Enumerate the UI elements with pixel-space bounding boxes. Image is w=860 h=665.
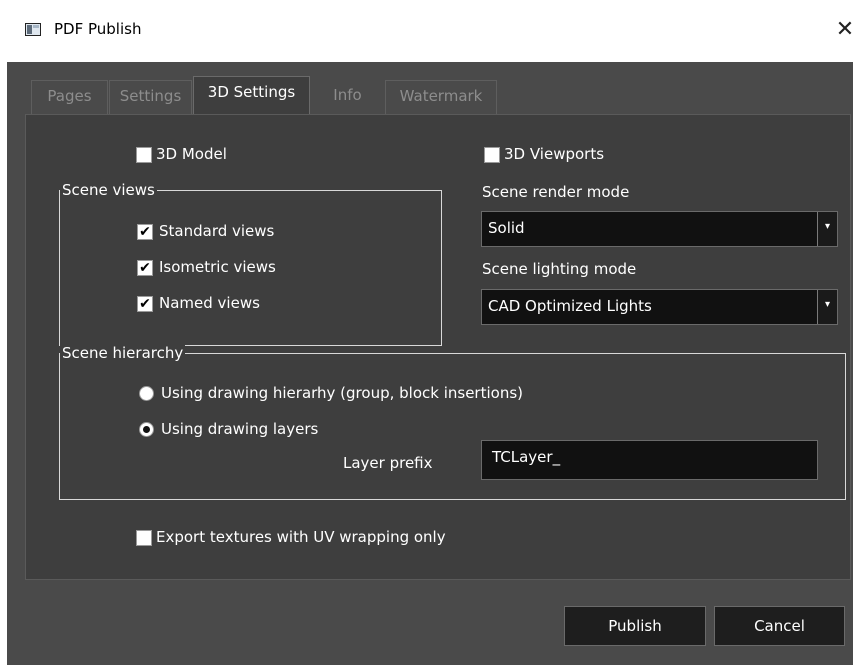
- layer-prefix-label: Layer prefix: [343, 454, 433, 472]
- isometric-views-checkbox[interactable]: ✔: [137, 260, 153, 276]
- tab-settings[interactable]: Settings: [109, 80, 192, 114]
- drawing-layers-label: Using drawing layers: [161, 420, 319, 438]
- scene-hierarchy-title: Scene hierarchy: [60, 342, 186, 364]
- scene-views-title: Scene views: [60, 179, 157, 201]
- layer-prefix-input[interactable]: TCLayer_: [481, 440, 818, 480]
- window-title: PDF Publish: [54, 20, 142, 38]
- named-views-label: Named views: [159, 294, 260, 312]
- chevron-down-icon[interactable]: ▾: [817, 290, 837, 324]
- render-mode-value: Solid: [488, 219, 525, 237]
- title-bar: PDF Publish ✕: [0, 0, 860, 62]
- drawing-hierarchy-radio[interactable]: [139, 386, 154, 401]
- tab-info[interactable]: Info: [311, 80, 384, 114]
- 3d-model-checkbox[interactable]: [136, 147, 152, 163]
- standard-views-checkbox[interactable]: ✔: [137, 224, 153, 240]
- lighting-mode-label: Scene lighting mode: [482, 260, 637, 278]
- tab-pages[interactable]: Pages: [31, 80, 108, 114]
- close-icon[interactable]: ✕: [834, 15, 856, 45]
- settings-panel: 3D Model 3D Viewports Scene views ✔ Stan…: [25, 114, 851, 580]
- publish-button[interactable]: Publish: [564, 606, 706, 646]
- render-mode-label: Scene render mode: [482, 183, 630, 201]
- tab-3d-settings[interactable]: 3D Settings: [193, 76, 310, 114]
- drawing-hierarchy-label: Using drawing hierarhy (group, block ins…: [161, 384, 523, 402]
- export-textures-checkbox[interactable]: [136, 530, 152, 546]
- isometric-views-label: Isometric views: [159, 258, 276, 276]
- app-icon: [25, 23, 41, 36]
- 3d-viewports-checkbox[interactable]: [484, 147, 500, 163]
- export-textures-label: Export textures with UV wrapping only: [156, 528, 446, 546]
- lighting-mode-value: CAD Optimized Lights: [488, 297, 652, 315]
- 3d-viewports-label: 3D Viewports: [504, 145, 605, 163]
- render-mode-select[interactable]: Solid ▾: [481, 211, 838, 247]
- standard-views-label: Standard views: [159, 222, 275, 240]
- scene-views-group: Scene views ✔ Standard views ✔ Isometric…: [59, 179, 442, 346]
- tab-watermark[interactable]: Watermark: [385, 80, 497, 114]
- cancel-button[interactable]: Cancel: [714, 606, 845, 646]
- scene-hierarchy-group: Scene hierarchy Using drawing hierarhy (…: [59, 342, 846, 500]
- named-views-checkbox[interactable]: ✔: [137, 296, 153, 312]
- dialog-body: Pages Settings 3D Settings Info Watermar…: [7, 62, 853, 665]
- drawing-layers-radio[interactable]: [139, 422, 154, 437]
- 3d-model-label: 3D Model: [156, 145, 227, 163]
- chevron-down-icon[interactable]: ▾: [817, 212, 837, 246]
- lighting-mode-select[interactable]: CAD Optimized Lights ▾: [481, 289, 838, 325]
